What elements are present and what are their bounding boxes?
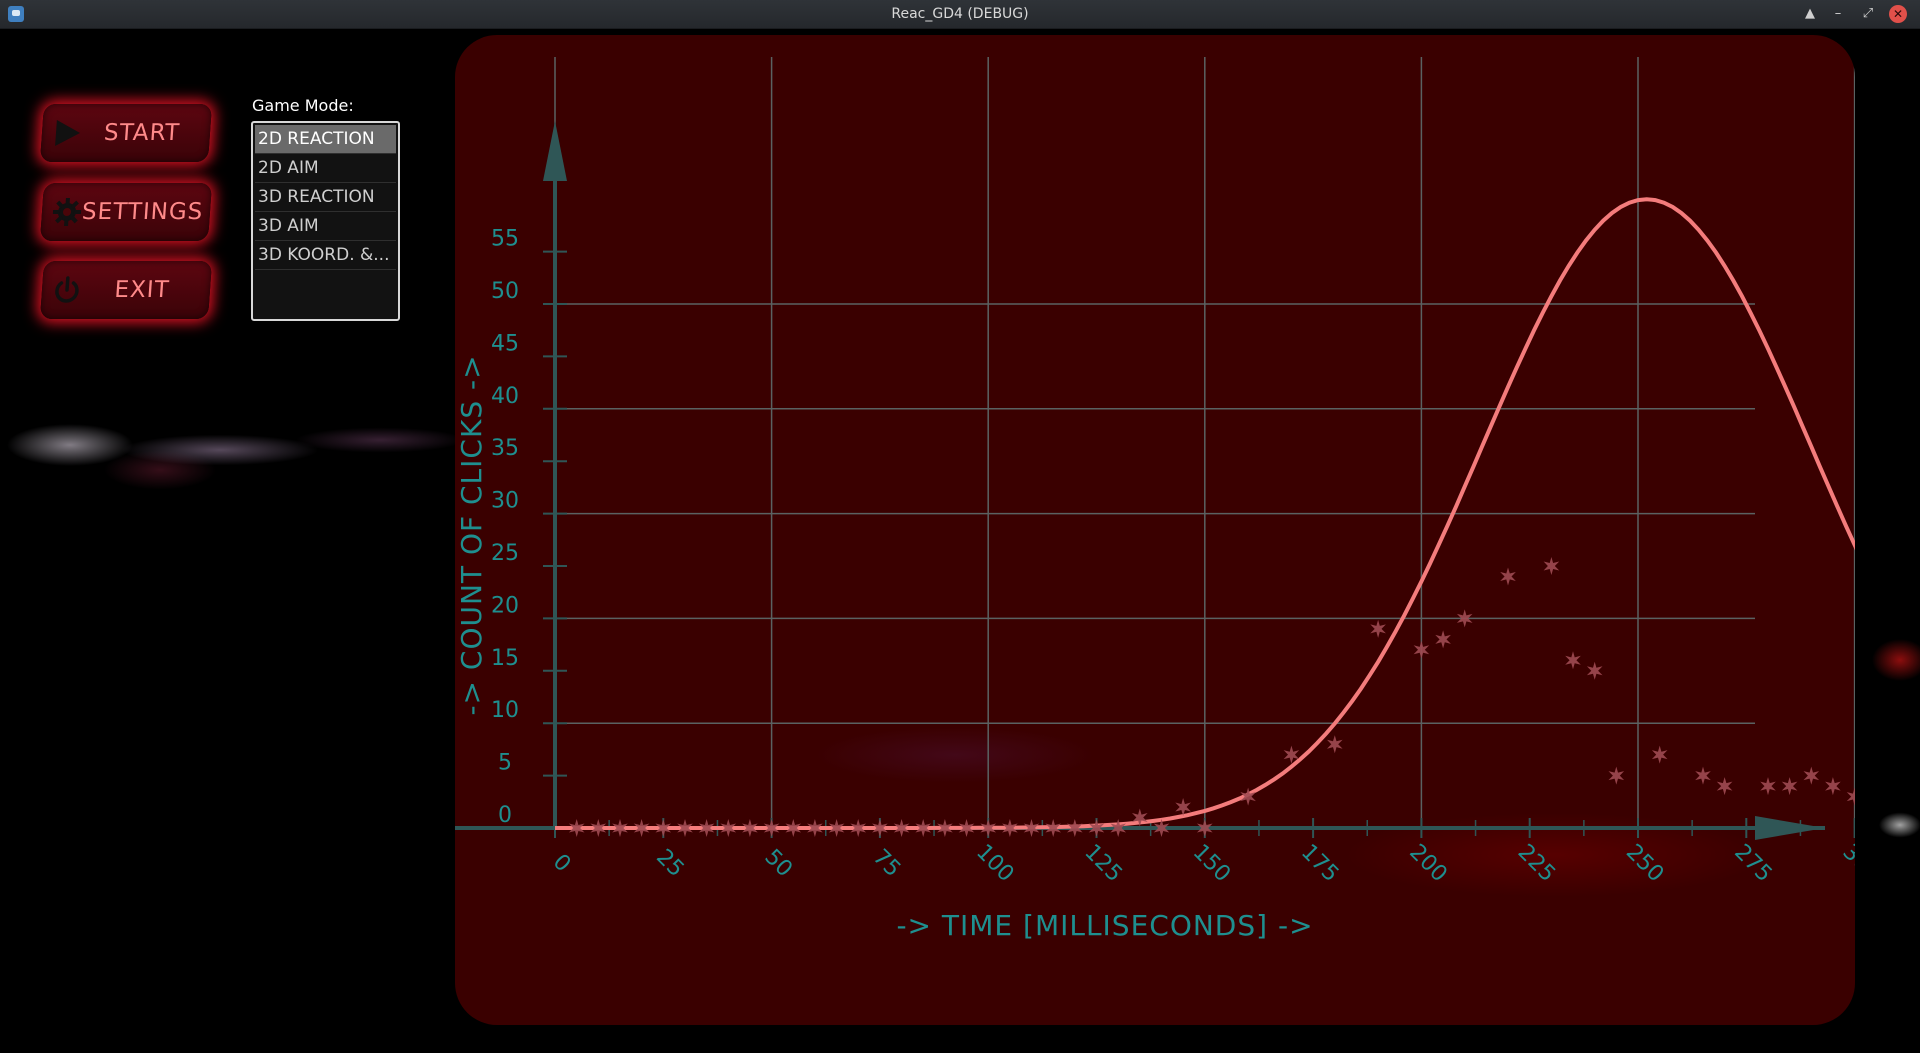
close-button[interactable]: ✕ (1889, 5, 1907, 23)
background-smoke-right (1860, 620, 1920, 840)
data-point (1803, 766, 1820, 785)
power-icon (55, 276, 79, 303)
window-titlebar: Reac_GD4 (DEBUG) ▲ – ⤢ ✕ (0, 0, 1920, 29)
y-tick-label: 30 (491, 489, 519, 514)
data-point (1760, 777, 1776, 796)
y-tick-label: 5 (498, 751, 512, 776)
data-point (1781, 777, 1798, 796)
y-tick-label: 25 (491, 541, 519, 566)
x-axis-title: -> TIME [MILLISECONDS] -> (896, 909, 1313, 942)
data-point (1825, 777, 1841, 796)
x-tick-label: 150 (1188, 840, 1235, 887)
game-mode-item-2d-aim[interactable]: 2D AIM (255, 154, 396, 183)
y-tick-label: 45 (491, 331, 519, 356)
x-tick-label: 225 (1513, 840, 1560, 887)
minimize-button[interactable]: – (1828, 4, 1848, 24)
y-tick-label: 15 (491, 646, 519, 671)
y-tick-label: 40 (491, 384, 519, 409)
y-tick-label: 55 (491, 227, 519, 252)
data-point (1716, 777, 1733, 796)
y-tick-label: 35 (491, 436, 519, 461)
data-point (1846, 787, 1855, 806)
x-tick-label: 300 (1838, 840, 1855, 887)
game-mode-list[interactable]: 2D REACTION 2D AIM 3D REACTION 3D AIM 3D… (251, 121, 400, 321)
x-tick-label: 250 (1621, 840, 1668, 887)
y-axis-title: -> COUNT OF CLICKS -> (455, 354, 488, 715)
y-tick-label: 10 (491, 698, 519, 723)
x-tick-label: 125 (1079, 840, 1126, 887)
data-point (1327, 735, 1343, 754)
start-button[interactable]: START (39, 104, 213, 162)
x-tick-label: 175 (1296, 840, 1343, 887)
keep-above-button[interactable]: ▲ (1800, 4, 1820, 24)
y-tick-label: 50 (491, 279, 519, 304)
data-point (1500, 567, 1516, 586)
data-point (1651, 745, 1668, 764)
game-mode-item-3d-koord[interactable]: 3D KOORD. &... (255, 241, 396, 270)
data-point (1565, 651, 1581, 670)
x-tick-label: 25 (651, 845, 688, 882)
settings-button[interactable]: SETTINGS (39, 183, 213, 241)
y-axis-arrow (543, 121, 567, 181)
gear-icon (52, 198, 82, 226)
chart-panel: 0255075100125150175200225250275300325350… (455, 35, 1855, 1025)
y-tick-label: 20 (491, 593, 519, 618)
exit-button[interactable]: EXIT (39, 261, 213, 319)
start-button-label: START (103, 120, 181, 146)
data-point (1543, 557, 1560, 575)
exit-button-label: EXIT (113, 277, 171, 303)
y-tick-label: 0 (498, 803, 512, 828)
x-tick-label: 100 (971, 840, 1018, 887)
maximize-button[interactable]: ⤢ (1858, 4, 1878, 24)
data-point (1608, 766, 1625, 785)
window-title: Reac_GD4 (DEBUG) (891, 6, 1029, 22)
reaction-time-chart: 0255075100125150175200225250275300325350… (455, 57, 1855, 942)
data-point (1586, 661, 1603, 680)
x-tick-label: 0 (548, 850, 576, 878)
game-mode-item-3d-aim[interactable]: 3D AIM (255, 212, 396, 241)
x-tick-label: 200 (1404, 840, 1451, 887)
background-smoke (0, 405, 460, 515)
data-point (1370, 619, 1386, 638)
x-axis-arrow (1755, 816, 1825, 840)
data-point (1695, 766, 1711, 785)
play-icon (55, 120, 80, 146)
x-tick-label: 75 (868, 845, 905, 882)
data-point (1435, 630, 1451, 649)
game-mode-label: Game Mode: (252, 96, 354, 115)
data-point (1413, 640, 1430, 659)
x-tick-label: 275 (1729, 840, 1776, 887)
game-mode-item-2d-reaction[interactable]: 2D REACTION (255, 125, 396, 154)
game-mode-item-3d-reaction[interactable]: 3D REACTION (255, 183, 396, 212)
settings-button-label: SETTINGS (81, 199, 205, 225)
x-tick-label: 50 (759, 845, 796, 882)
